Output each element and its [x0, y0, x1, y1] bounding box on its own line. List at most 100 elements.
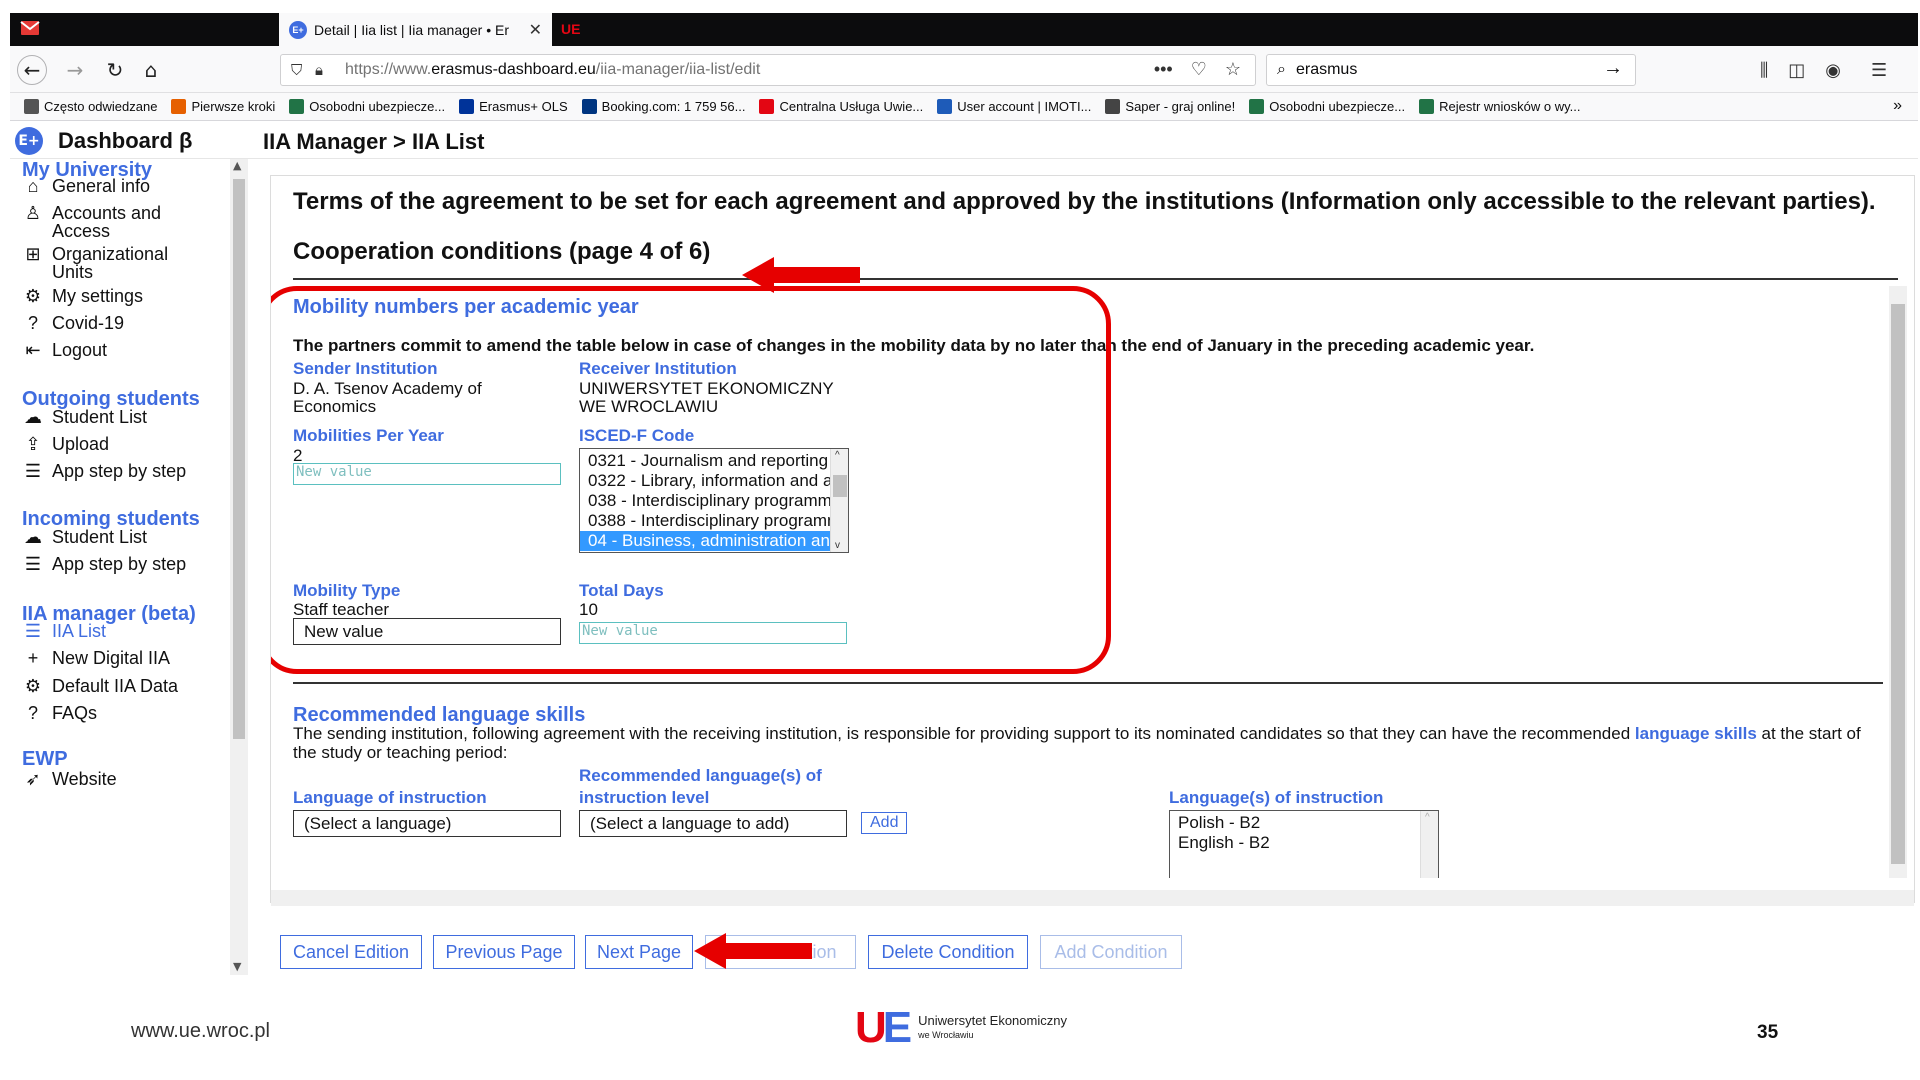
sidebar-item[interactable]: ☰ App step by step: [22, 555, 186, 573]
sidebar-item[interactable]: ➶ Website: [22, 769, 117, 789]
tab-strip: E+ Detail | Iia list | Iia manager • Er …: [10, 13, 1918, 46]
language-select[interactable]: (Select a language): [293, 810, 561, 837]
sidebar-item[interactable]: ⚙ My settings: [22, 287, 143, 305]
bookmark-item[interactable]: Osobodni ubezpiecze...: [289, 99, 445, 114]
url-bar[interactable]: ⛉ 🔒︎ https://www.erasmus-dashboard.eu/ii…: [280, 54, 1256, 86]
sidebar-item[interactable]: ⊞ Organizational Units: [22, 245, 202, 281]
bookmark-item[interactable]: Erasmus+ OLS: [459, 99, 568, 114]
app-brand[interactable]: Dashboard β: [58, 128, 192, 154]
sidebar-item[interactable]: ⌂ General info: [22, 177, 151, 195]
language-skills-link[interactable]: language skills: [1635, 724, 1757, 743]
bookmark-item[interactable]: Pierwsze kroki: [171, 99, 275, 114]
content-scrollbar[interactable]: [1889, 286, 1907, 878]
menu-icon[interactable]: ☰: [1871, 60, 1887, 81]
bookmark-icon: [1419, 99, 1435, 114]
app-header: E+ Dashboard β IIA Manager > IIA List: [10, 121, 1918, 159]
lock-icon: 🔒︎: [315, 61, 323, 79]
sidebar-item-label: Website: [52, 769, 117, 789]
next-page-button[interactable]: Next Page: [585, 935, 693, 969]
sidebar-item[interactable]: ☁ Student List: [22, 408, 147, 426]
delete-condition-button[interactable]: Delete Condition: [868, 935, 1028, 969]
agreement-card: Terms of the agreement to be set for eac…: [270, 175, 1915, 906]
bookmark-item[interactable]: Saper - graj online!: [1105, 99, 1235, 114]
sidebar-item[interactable]: ☁ Student List: [22, 528, 147, 546]
sidebar-item[interactable]: ☰ IIA List: [22, 622, 106, 640]
sidebar-item-label: App step by step: [52, 461, 187, 481]
close-tab-icon[interactable]: ✕: [529, 20, 542, 40]
languages-listbox[interactable]: Polish - B2 English - B2 ^: [1169, 810, 1439, 878]
account-icon[interactable]: ◉: [1825, 60, 1841, 81]
bookmark-item[interactable]: Centralna Usługa Uwie...: [759, 99, 923, 114]
bookmark-item[interactable]: Rejestr wniosków o wy...: [1419, 99, 1580, 114]
search-value: erasmus: [1295, 61, 1358, 78]
tab-title: Detail | Iia list | Iia manager • Er: [314, 21, 510, 38]
sidebar-item[interactable]: ⚙ Default IIA Data: [22, 677, 178, 695]
sidebar-item[interactable]: ⇪ Upload: [22, 435, 109, 453]
main-content: Terms of the agreement to be set for eac…: [262, 173, 1918, 975]
sidebar-item[interactable]: ? FAQs: [22, 704, 97, 722]
more-icon[interactable]: •••: [1154, 59, 1173, 80]
home-icon[interactable]: ⌂: [136, 55, 166, 85]
bookmark-item[interactable]: Booking.com: 1 759 56...: [581, 99, 745, 114]
languages-scrollbar[interactable]: ^: [1420, 811, 1438, 878]
gmail-tab-icon[interactable]: [20, 20, 40, 36]
back-icon[interactable]: ←: [17, 55, 47, 85]
ue-tab[interactable]: UE: [561, 21, 580, 37]
more-bookmarks-icon[interactable]: »: [1893, 97, 1902, 115]
language-list-item[interactable]: Polish - B2: [1170, 813, 1438, 833]
previous-page-button[interactable]: Previous Page: [433, 935, 575, 969]
cloud-icon: ☁: [24, 527, 42, 547]
add-condition-button[interactable]: Add Condition: [1040, 935, 1182, 969]
section-divider: [293, 682, 1883, 684]
cancel-edition-button[interactable]: Cancel Edition: [280, 935, 422, 969]
sidebar-item[interactable]: ? Covid-19: [22, 314, 124, 332]
conditions-scroll-area: Mobility numbers per academic year The p…: [271, 286, 1914, 878]
sidebar-item[interactable]: ♙ Accounts and Access: [22, 204, 202, 240]
search-bar[interactable]: ⌕ erasmus →: [1266, 54, 1636, 86]
bookmark-icon: [759, 99, 775, 114]
upload-icon: ⇪: [25, 434, 41, 454]
horizontal-scrollbar[interactable]: [271, 890, 1914, 906]
url-actions: ••• ♡ ☆: [1154, 59, 1241, 80]
bookmark-item[interactable]: Często odwiedzane: [24, 99, 157, 114]
scroll-down-icon[interactable]: ▼: [233, 960, 241, 973]
sidebar-item-label: IIA List: [52, 621, 107, 641]
org-icon: ⊞: [25, 244, 41, 264]
pocket-icon[interactable]: ♡: [1191, 59, 1207, 80]
help-icon: ?: [27, 313, 38, 333]
bookmark-icon: [459, 99, 475, 114]
top-divider: [293, 278, 1898, 280]
bookmark-label: Często odwiedzane: [44, 99, 158, 114]
bookmark-item[interactable]: User account | IMOTI...: [937, 99, 1091, 114]
terms-title: Terms of the agreement to be set for eac…: [293, 188, 1876, 215]
active-tab[interactable]: E+ Detail | Iia list | Iia manager • Er …: [279, 13, 552, 46]
sidebar-item-label: Logout: [52, 340, 108, 360]
list-icon: ☰: [24, 461, 42, 481]
languages-scroll-up-icon[interactable]: ^: [1425, 812, 1430, 823]
language-list-item[interactable]: English - B2: [1170, 833, 1438, 853]
search-go-icon[interactable]: →: [1603, 57, 1623, 80]
cloud-icon: ☁: [24, 407, 42, 427]
sidebar-scrollbar[interactable]: ▲ ▼: [230, 159, 248, 975]
content-scroll-thumb[interactable]: [1891, 304, 1905, 864]
add-language-button[interactable]: Add: [861, 812, 908, 834]
scroll-up-icon[interactable]: ▲: [233, 159, 241, 172]
sidebar-icon[interactable]: ◫: [1788, 60, 1805, 81]
browser-window: E+ Detail | Iia list | Iia manager • Er …: [10, 13, 1918, 975]
sidebar-item[interactable]: ⇤ Logout: [22, 341, 107, 359]
reload-icon[interactable]: ↻: [100, 55, 130, 85]
library-icon[interactable]: ⫼: [1760, 60, 1768, 81]
red-highlight-box: [271, 286, 1111, 674]
bookmark-icon: [24, 99, 39, 114]
sidebar-scroll-thumb[interactable]: [233, 179, 245, 739]
level-label-line2: instruction level: [579, 788, 710, 807]
star-icon[interactable]: ☆: [1225, 59, 1241, 80]
sidebar-item[interactable]: + New Digital IIA: [22, 649, 170, 667]
forward-icon[interactable]: →: [60, 55, 90, 85]
app-logo[interactable]: E+: [15, 127, 43, 155]
level-select[interactable]: (Select a language to add): [579, 810, 847, 837]
list-icon: ☰: [24, 554, 42, 574]
bookmark-item[interactable]: Osobodni ubezpiecze...: [1249, 99, 1405, 114]
search-icon: ⌕: [1277, 61, 1286, 78]
sidebar-item[interactable]: ☰ App step by step: [22, 462, 186, 480]
